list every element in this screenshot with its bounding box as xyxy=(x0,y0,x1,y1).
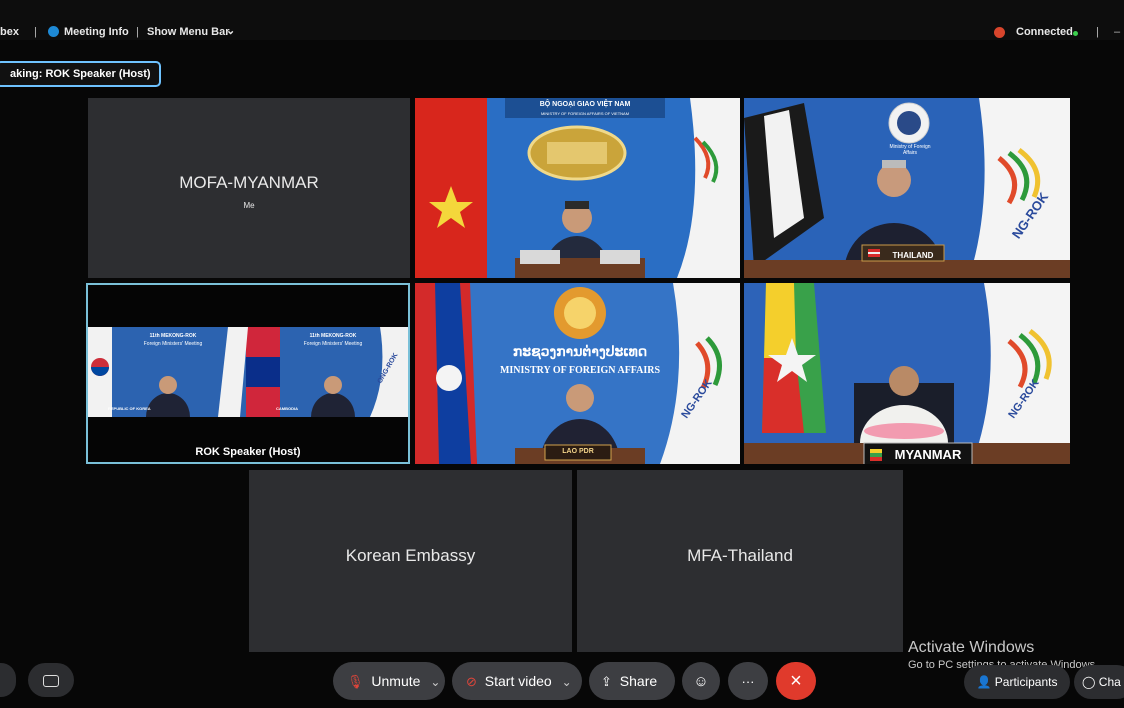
recording-icon xyxy=(994,27,1005,38)
microphone-muted-icon: 🎙 xyxy=(347,674,364,689)
chat-label: Cha xyxy=(1098,675,1121,689)
panel-subtitle: Foreign Ministers' Meeting xyxy=(143,341,203,347)
share-button[interactable]: ⇪ Share xyxy=(589,662,675,700)
participant-tile-rok-host[interactable]: 11th MEKONG-ROK Foreign Ministers' Meeti… xyxy=(86,283,410,464)
share-icon: ⇪ xyxy=(601,674,612,689)
participant-name: Korean Embassy xyxy=(345,546,476,565)
separator: | xyxy=(34,26,37,38)
participant-tile-thailand[interactable]: THAILAND Ministry of Foreign Affairs NG-… xyxy=(744,98,1070,278)
reactions-button[interactable]: ☺ xyxy=(682,662,720,700)
country-plate: REPUBLIC OF KOREA xyxy=(108,406,151,411)
panel-title: 11th MEKONG-ROK xyxy=(309,333,357,339)
start-video-label: Start video xyxy=(484,673,552,689)
country-plate: MYANMAR xyxy=(894,447,962,462)
emoji-icon: ☺ xyxy=(693,673,709,690)
participant-tile-laos[interactable]: ກະຊວງການຕ່າງປະເທດ MINISTRY OF FOREIGN AF… xyxy=(415,283,740,464)
start-video-button[interactable]: ⊘ Start video ⌄ xyxy=(452,662,582,700)
banner-title: BỘ NGOẠI GIAO VIỆT NAM xyxy=(539,101,631,108)
info-icon[interactable] xyxy=(48,26,59,37)
banner-subtitle: MINISTRY OF FOREIGN AFFAIRS OF VIETNAM xyxy=(540,111,630,116)
chat-icon: ◯ xyxy=(1082,675,1096,689)
participant-tile-mofa-myanmar[interactable]: MOFA-MYANMAR Me xyxy=(88,98,410,278)
chat-button[interactable]: ◯ Cha xyxy=(1074,665,1124,699)
participants-button[interactable]: 👤 Participants xyxy=(964,665,1070,699)
caption-button[interactable] xyxy=(28,663,74,697)
participant-tile-myanmar-video[interactable]: MYANMAR NG-ROK xyxy=(744,283,1070,464)
app-name-fragment: bex xyxy=(0,26,19,38)
participants-icon: 👤 xyxy=(976,675,992,689)
rok-host-video-feed xyxy=(88,327,408,461)
seal-caption: Ministry of Foreign Affairs xyxy=(889,144,931,156)
minimize-icon[interactable]: – xyxy=(1114,26,1120,38)
top-bar: bex | Meeting Info | Show Menu Bar ⌄ Con… xyxy=(0,0,1124,40)
country-plate: CAMBODIA xyxy=(276,406,298,411)
closed-caption-icon xyxy=(43,674,59,687)
more-icon: ··· xyxy=(741,674,755,689)
share-label: Share xyxy=(619,673,658,689)
ministry-lao-text: ກະຊວງການຕ່າງປະເທດ xyxy=(512,343,648,359)
watermark-title: Activate Windows xyxy=(908,639,1035,656)
ministry-english-text: MINISTRY OF FOREIGN AFFAIRS xyxy=(499,365,661,376)
unmute-button[interactable]: 🎙 Unmute ⌄ xyxy=(333,662,445,700)
participant-name: ROK Speaker (Host) xyxy=(195,446,301,458)
country-plate: LAO PDR xyxy=(562,448,594,455)
layout-button[interactable] xyxy=(0,663,16,697)
connected-dot-icon xyxy=(1073,31,1078,36)
unmute-label: Unmute xyxy=(371,673,421,689)
participant-name: MOFA-MYANMAR xyxy=(179,173,319,192)
separator: | xyxy=(136,26,139,38)
video-off-icon: ⊘ xyxy=(466,674,477,689)
show-menu-bar-button[interactable]: Show Menu Bar xyxy=(147,26,230,38)
chevron-down-icon[interactable]: ⌄ xyxy=(562,675,572,689)
meeting-info-button[interactable]: Meeting Info xyxy=(64,26,129,38)
participant-self-label: Me xyxy=(243,201,255,210)
close-icon: × xyxy=(790,670,802,692)
participant-name: MFA-Thailand xyxy=(687,546,793,565)
chevron-down-icon[interactable]: ⌄ xyxy=(226,24,235,37)
participant-tile-mfa-thailand[interactable]: MFA-Thailand xyxy=(577,470,903,652)
vietnam-video-feed xyxy=(415,98,740,278)
participant-tile-vietnam[interactable]: BỘ NGOẠI GIAO VIỆT NAM MINISTRY OF FOREI… xyxy=(415,98,740,278)
participant-tile-korean-embassy[interactable]: Korean Embassy xyxy=(249,470,572,652)
end-call-button[interactable]: × xyxy=(776,662,816,700)
myanmar-video-feed xyxy=(744,283,1070,464)
connection-status: Connected xyxy=(1016,26,1073,38)
separator: | xyxy=(1096,26,1099,38)
country-plate: THAILAND xyxy=(892,251,934,260)
active-speaker-banner: aking: ROK Speaker (Host) xyxy=(0,61,161,87)
chevron-down-icon[interactable]: ⌄ xyxy=(430,675,440,689)
panel-subtitle: Foreign Ministers' Meeting xyxy=(303,341,363,347)
more-options-button[interactable]: ··· xyxy=(728,662,768,700)
panel-title: 11th MEKONG-ROK xyxy=(149,333,197,339)
participants-label: Participants xyxy=(994,675,1058,689)
